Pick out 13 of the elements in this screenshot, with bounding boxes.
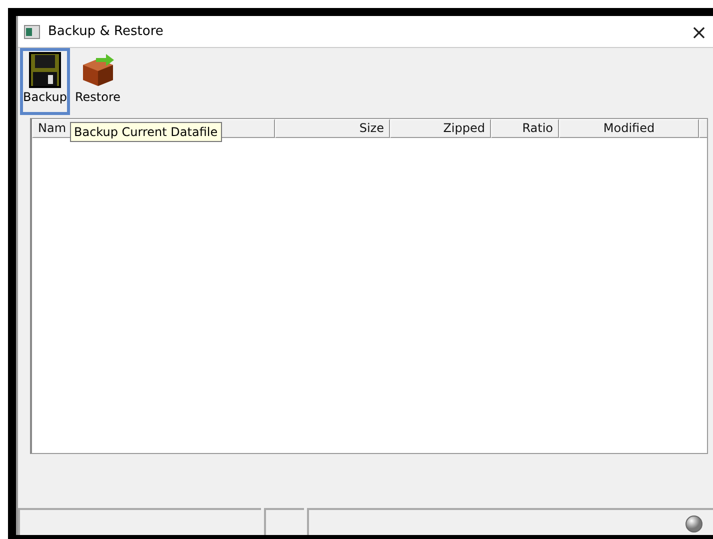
app-icon <box>24 24 40 38</box>
status-indicator-icon <box>685 515 703 533</box>
column-header[interactable]: Ratio <box>491 119 559 138</box>
window-title: Backup & Restore <box>48 24 164 39</box>
close-button[interactable]: × <box>685 22 713 42</box>
column-header[interactable]: Size <box>275 119 390 138</box>
status-panel <box>264 508 304 535</box>
toolbar-button[interactable]: Backup <box>20 48 70 115</box>
column-header[interactable]: Zipped <box>390 119 491 138</box>
toolbar-button[interactable]: Restore <box>72 48 124 115</box>
column-header[interactable] <box>699 119 707 138</box>
tooltip: Backup Current Datafile <box>70 122 222 142</box>
column-header[interactable]: Modified <box>559 119 699 138</box>
